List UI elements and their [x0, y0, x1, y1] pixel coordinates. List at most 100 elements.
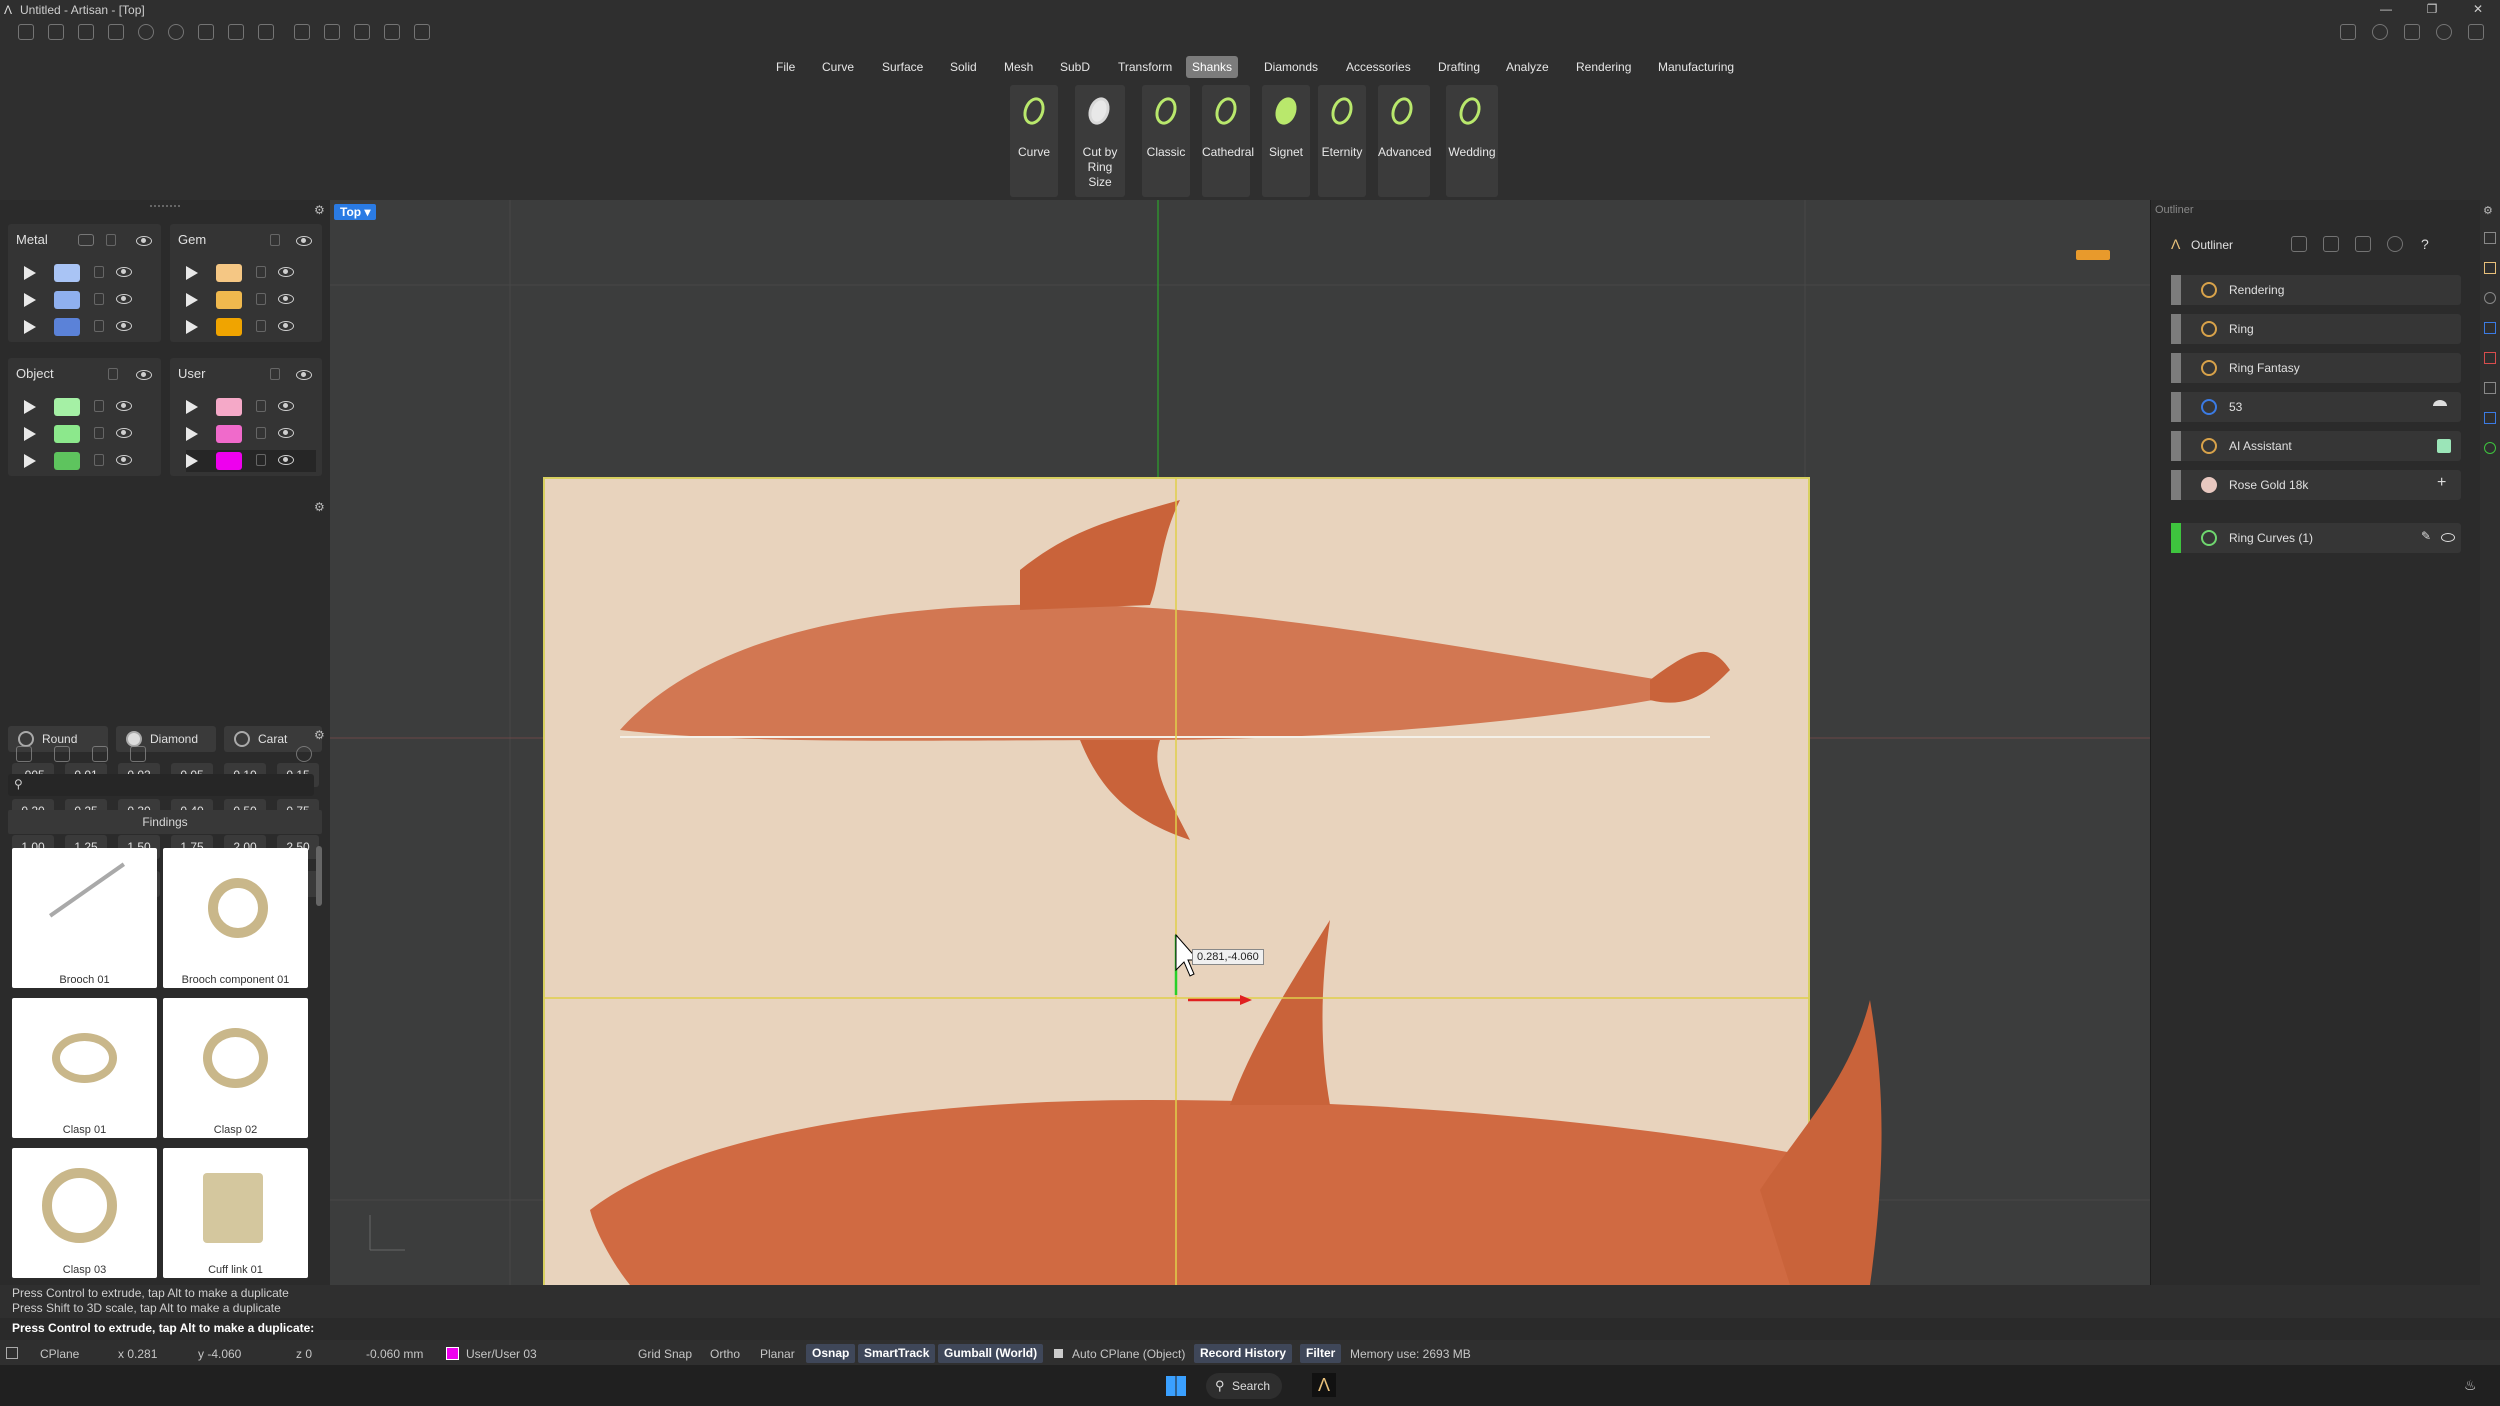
library-item-brooch-component-01[interactable]: Brooch component 01	[163, 848, 308, 988]
save-icon[interactable]	[198, 24, 214, 40]
redo-icon[interactable]	[168, 24, 184, 40]
lock-icon[interactable]	[256, 293, 266, 305]
undo-icon[interactable]	[138, 24, 154, 40]
library-item-clasp-02[interactable]: Clasp 02	[163, 998, 308, 1138]
refresh-icon[interactable]	[296, 746, 312, 762]
tab-analyze[interactable]: Analyze	[1500, 56, 1555, 78]
material-icon[interactable]	[78, 234, 94, 246]
command-prompt-input[interactable]: Press Control to extrude, tap Alt to mak…	[0, 1318, 2500, 1340]
play-icon[interactable]	[24, 293, 36, 307]
minimize-button[interactable]: —	[2372, 2, 2400, 18]
lock-icon[interactable]	[94, 454, 104, 466]
auto-cplane-checkbox[interactable]	[1054, 1349, 1063, 1358]
tab-surface[interactable]: Surface	[876, 56, 929, 78]
layer-color-swatch[interactable]	[216, 452, 242, 470]
library-item-clasp-01[interactable]: Clasp 01	[12, 998, 157, 1138]
signet-shank-tool[interactable]: Signet	[1262, 85, 1310, 197]
shank-curve-tool[interactable]: Curve	[1010, 85, 1058, 197]
library-item-clasp-03[interactable]: Clasp 03	[12, 1148, 157, 1278]
current-layer[interactable]: User/User 03	[466, 1347, 537, 1361]
gumball-toggle[interactable]: Gumball (World)	[938, 1344, 1044, 1363]
select-icon[interactable]	[294, 24, 310, 40]
add-icon[interactable]: +	[2437, 474, 2446, 492]
layer-row[interactable]	[186, 262, 316, 284]
library-category-dropdown[interactable]: Findings	[8, 810, 322, 834]
viewport-label-top[interactable]: Top ▾	[334, 204, 377, 220]
eye-icon[interactable]	[136, 236, 152, 246]
layer-color-swatch[interactable]	[216, 291, 242, 309]
add-folder-icon[interactable]	[16, 746, 32, 762]
panel-toggle-icon[interactable]	[2484, 232, 2496, 244]
eye-icon[interactable]	[296, 236, 312, 246]
eye-icon[interactable]	[136, 370, 152, 380]
tab-shanks[interactable]: Shanks	[1186, 56, 1239, 78]
panel-grip[interactable]	[150, 205, 180, 209]
tab-transform[interactable]: Transform	[1112, 56, 1178, 78]
library-panel-icon[interactable]	[2484, 382, 2496, 394]
eye-icon[interactable]	[116, 455, 132, 465]
edit-icon[interactable]	[2355, 236, 2371, 252]
library-search-input[interactable]: ⚲	[8, 774, 314, 796]
grid-snap-toggle[interactable]: Grid Snap	[638, 1347, 692, 1361]
lock-icon[interactable]	[106, 234, 116, 246]
tab-solid[interactable]: Solid	[944, 56, 983, 78]
layer-color-swatch[interactable]	[216, 264, 242, 282]
play-icon[interactable]	[186, 454, 198, 468]
layer-color-swatch[interactable]	[216, 318, 242, 336]
notification-bell-icon[interactable]: ♨	[2464, 1377, 2477, 1394]
panel-toggle-icon[interactable]	[6, 1347, 18, 1359]
eye-icon[interactable]	[278, 321, 294, 331]
osnap-toggle[interactable]: Osnap	[806, 1344, 856, 1363]
layer-row-current[interactable]	[186, 450, 316, 472]
play-icon[interactable]	[186, 320, 198, 334]
outliner-item-ring[interactable]: Ring	[2171, 314, 2461, 344]
outliner-item-53[interactable]: 53	[2171, 392, 2461, 422]
refresh-icon[interactable]	[2387, 236, 2403, 252]
planar-toggle[interactable]: Planar	[760, 1347, 795, 1361]
auto-cplane-toggle[interactable]: Auto CPlane (Object)	[1072, 1347, 1185, 1361]
eye-icon[interactable]	[278, 428, 294, 438]
layer-color-swatch[interactable]	[54, 291, 80, 309]
layer-row[interactable]	[24, 262, 154, 284]
viewport-top[interactable]: Top ▾ 0.281,-4.060	[330, 200, 2150, 1285]
help-icon[interactable]	[2436, 24, 2452, 40]
play-icon[interactable]	[24, 427, 36, 441]
lock-icon[interactable]	[94, 320, 104, 332]
materials-panel-icon[interactable]	[2484, 442, 2496, 454]
advanced-shank-tool[interactable]: Advanced	[1378, 85, 1431, 197]
export-icon[interactable]	[258, 24, 274, 40]
settings-icon[interactable]: ⚙	[2483, 204, 2493, 217]
lock-icon[interactable]	[270, 368, 280, 380]
layer-color-swatch[interactable]	[216, 398, 242, 416]
eternity-shank-tool[interactable]: Eternity	[1318, 85, 1366, 197]
play-icon[interactable]	[24, 266, 36, 280]
play-icon[interactable]	[186, 427, 198, 441]
tab-accessories[interactable]: Accessories	[1340, 56, 1417, 78]
library-item-brooch-01[interactable]: Brooch 01	[12, 848, 157, 988]
artisan-taskbar-icon[interactable]: Λ	[1312, 1373, 1336, 1397]
cathedral-shank-tool[interactable]: Cathedral	[1202, 85, 1254, 197]
outliner-item-rendering[interactable]: Rendering	[2171, 275, 2461, 305]
eye-icon[interactable]	[2441, 533, 2455, 542]
tab-curve[interactable]: Curve	[816, 56, 860, 78]
properties-icon[interactable]	[2484, 292, 2496, 304]
smarttrack-toggle[interactable]: SmartTrack	[858, 1344, 936, 1363]
play-icon[interactable]	[24, 400, 36, 414]
eye-icon[interactable]	[278, 267, 294, 277]
play-icon[interactable]	[24, 454, 36, 468]
play-icon[interactable]	[186, 266, 198, 280]
gems-settings-icon[interactable]: ⚙	[314, 500, 325, 514]
render-panel-icon[interactable]	[2484, 352, 2496, 364]
eye-icon[interactable]	[116, 294, 132, 304]
open-folder-icon[interactable]	[108, 24, 124, 40]
eye-icon[interactable]	[116, 428, 132, 438]
settings-icon[interactable]	[2468, 24, 2484, 40]
lock-icon[interactable]	[256, 400, 266, 412]
lock-icon[interactable]	[256, 454, 266, 466]
outliner-item-ring-curves[interactable]: Ring Curves (1) ✎	[2171, 523, 2461, 553]
ring-profile-icon[interactable]	[2433, 400, 2447, 412]
record-history-toggle[interactable]: Record History	[1194, 1344, 1293, 1363]
library-settings-icon[interactable]: ⚙	[314, 728, 325, 742]
layer-color-swatch[interactable]	[54, 318, 80, 336]
wedding-shank-tool[interactable]: Wedding	[1446, 85, 1498, 197]
